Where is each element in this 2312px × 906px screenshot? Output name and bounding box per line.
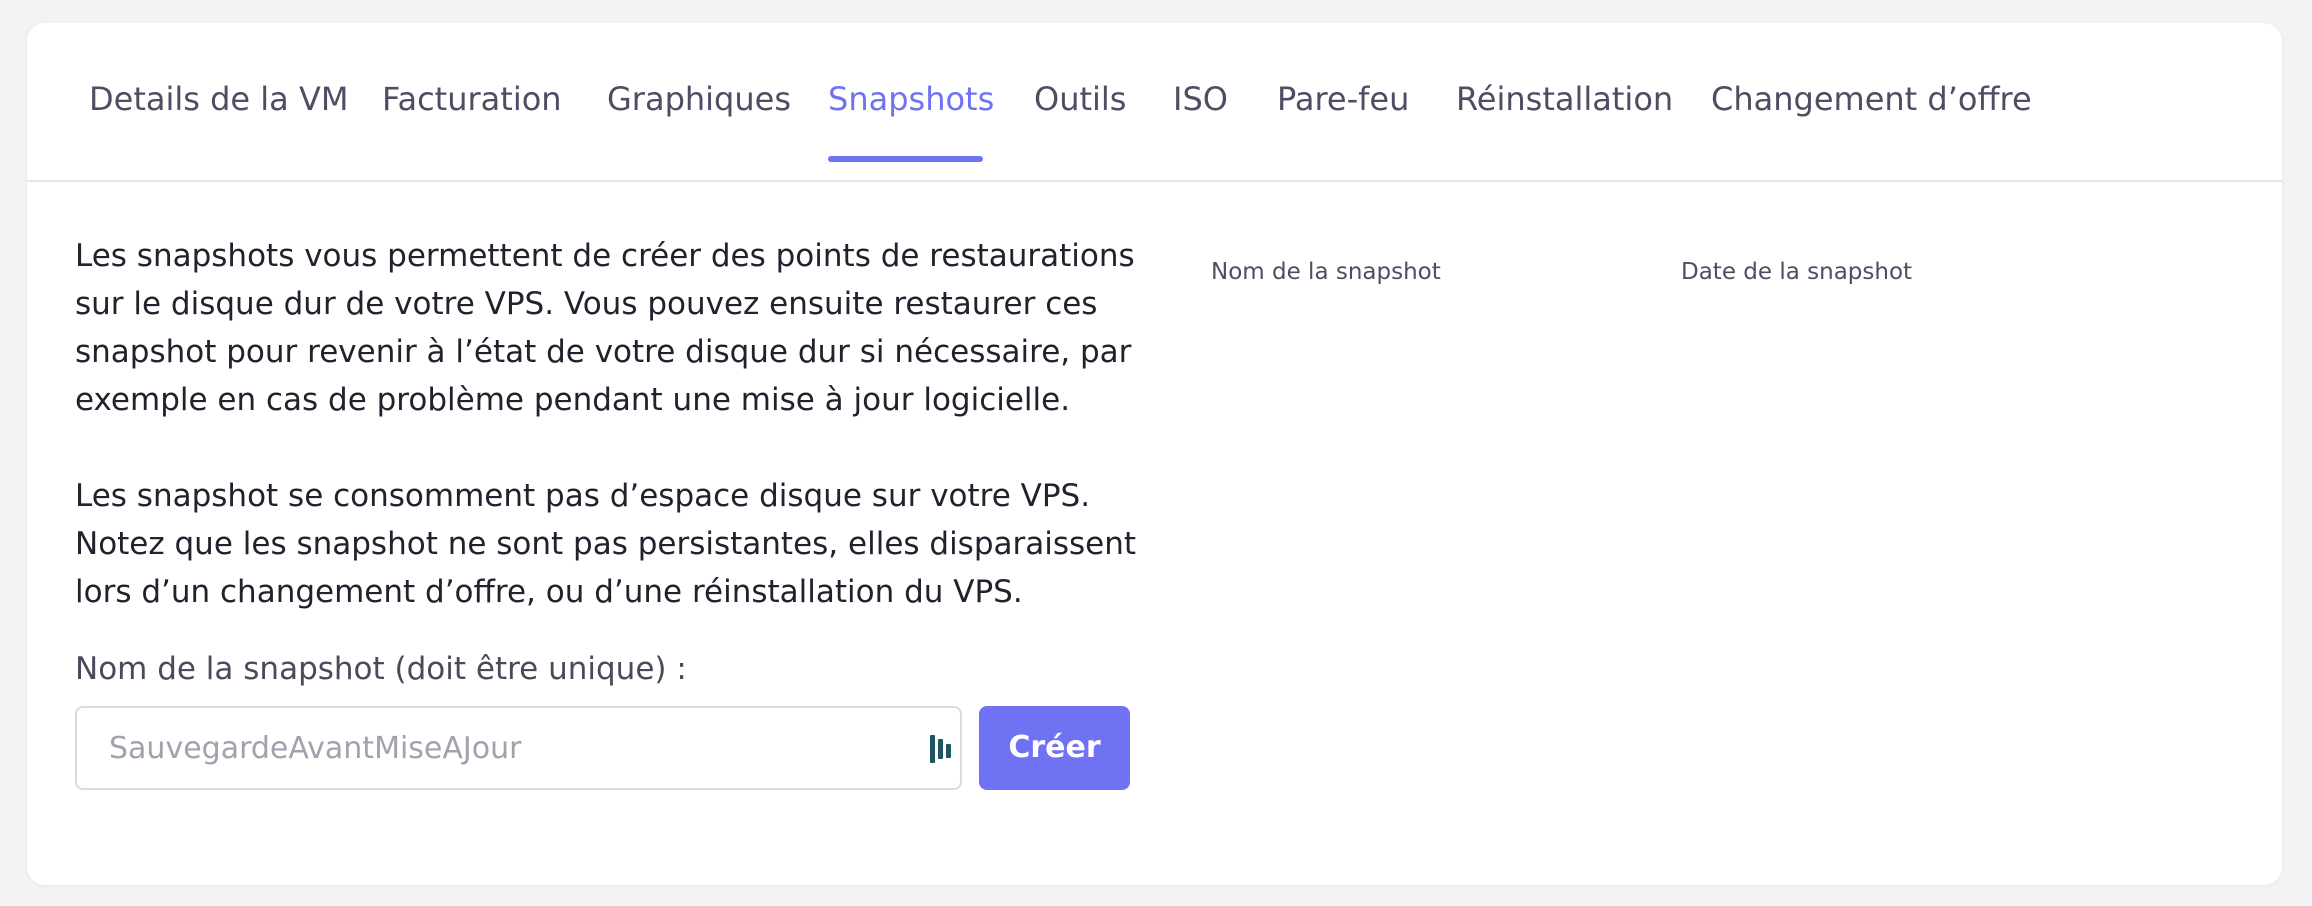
snapshots-persistence-note: Les snapshot se consomment pas d’espace … (75, 478, 1137, 610)
tab-facturation[interactable]: Facturation (382, 79, 562, 119)
snapshot-name-label: Nom de la snapshot (doit être unique) : (75, 651, 687, 687)
tab-iso[interactable]: ISO (1173, 79, 1228, 119)
active-tab-indicator (828, 156, 983, 162)
tab-pare-feu[interactable]: Pare-feu (1277, 79, 1409, 119)
tab-snapshots[interactable]: Snapshots (828, 79, 994, 119)
column-header-snapshot-name: Nom de la snapshot (1211, 259, 1441, 285)
tab-changement-offre[interactable]: Changement d’offre (1711, 79, 2032, 119)
snapshot-name-input[interactable] (77, 708, 909, 788)
tab-bar: Details de la VM Facturation Graphiques … (27, 23, 2282, 182)
snapshots-description: Les snapshots vous permettent de créer d… (75, 238, 1135, 418)
snapshot-name-field (75, 706, 962, 790)
tab-reinstallation[interactable]: Réinstallation (1456, 79, 1673, 119)
tab-details-vm[interactable]: Details de la VM (89, 79, 348, 119)
tab-outils[interactable]: Outils (1034, 79, 1126, 119)
password-manager-icon[interactable] (929, 734, 953, 764)
column-header-snapshot-date: Date de la snapshot (1681, 259, 1913, 285)
create-snapshot-button[interactable]: Créer (979, 706, 1130, 790)
tab-graphiques[interactable]: Graphiques (607, 79, 791, 119)
snapshots-panel: Details de la VM Facturation Graphiques … (27, 23, 2282, 885)
